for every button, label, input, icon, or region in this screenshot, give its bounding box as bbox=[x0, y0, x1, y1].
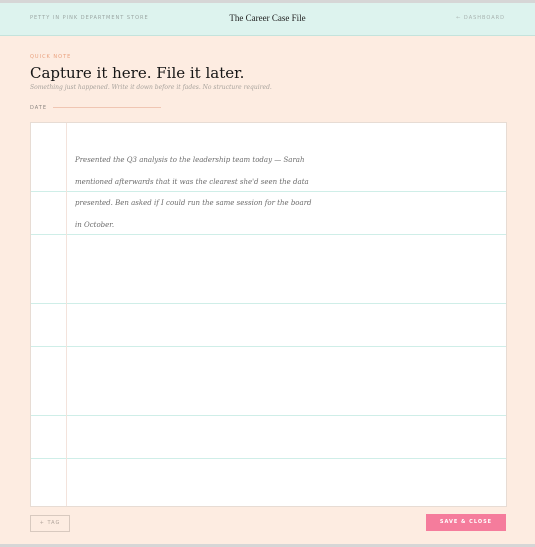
save-and-close-button[interactable]: SAVE & CLOSE bbox=[426, 514, 506, 531]
top-bar: PETTY IN PINK DEPARTMENT STORE The Caree… bbox=[0, 3, 535, 36]
app-window: PETTY IN PINK DEPARTMENT STORE The Caree… bbox=[0, 3, 535, 544]
app-title: The Career Case File bbox=[229, 13, 306, 23]
dashboard-link[interactable]: ← DASHBOARD bbox=[456, 15, 505, 21]
note-paper[interactable]: Presented the Q3 analysis to the leaders… bbox=[30, 122, 507, 507]
quick-note-eyebrow: QUICK NOTE bbox=[30, 54, 72, 60]
date-field[interactable] bbox=[53, 107, 161, 108]
add-tag-button[interactable]: + TAG bbox=[30, 515, 70, 532]
page-subtitle: Something just happened. Write it down b… bbox=[30, 84, 272, 91]
date-label: DATE bbox=[30, 105, 48, 111]
note-textarea[interactable]: Presented the Q3 analysis to the leaders… bbox=[75, 150, 315, 236]
page-title: Capture it here. File it later. bbox=[30, 64, 245, 82]
